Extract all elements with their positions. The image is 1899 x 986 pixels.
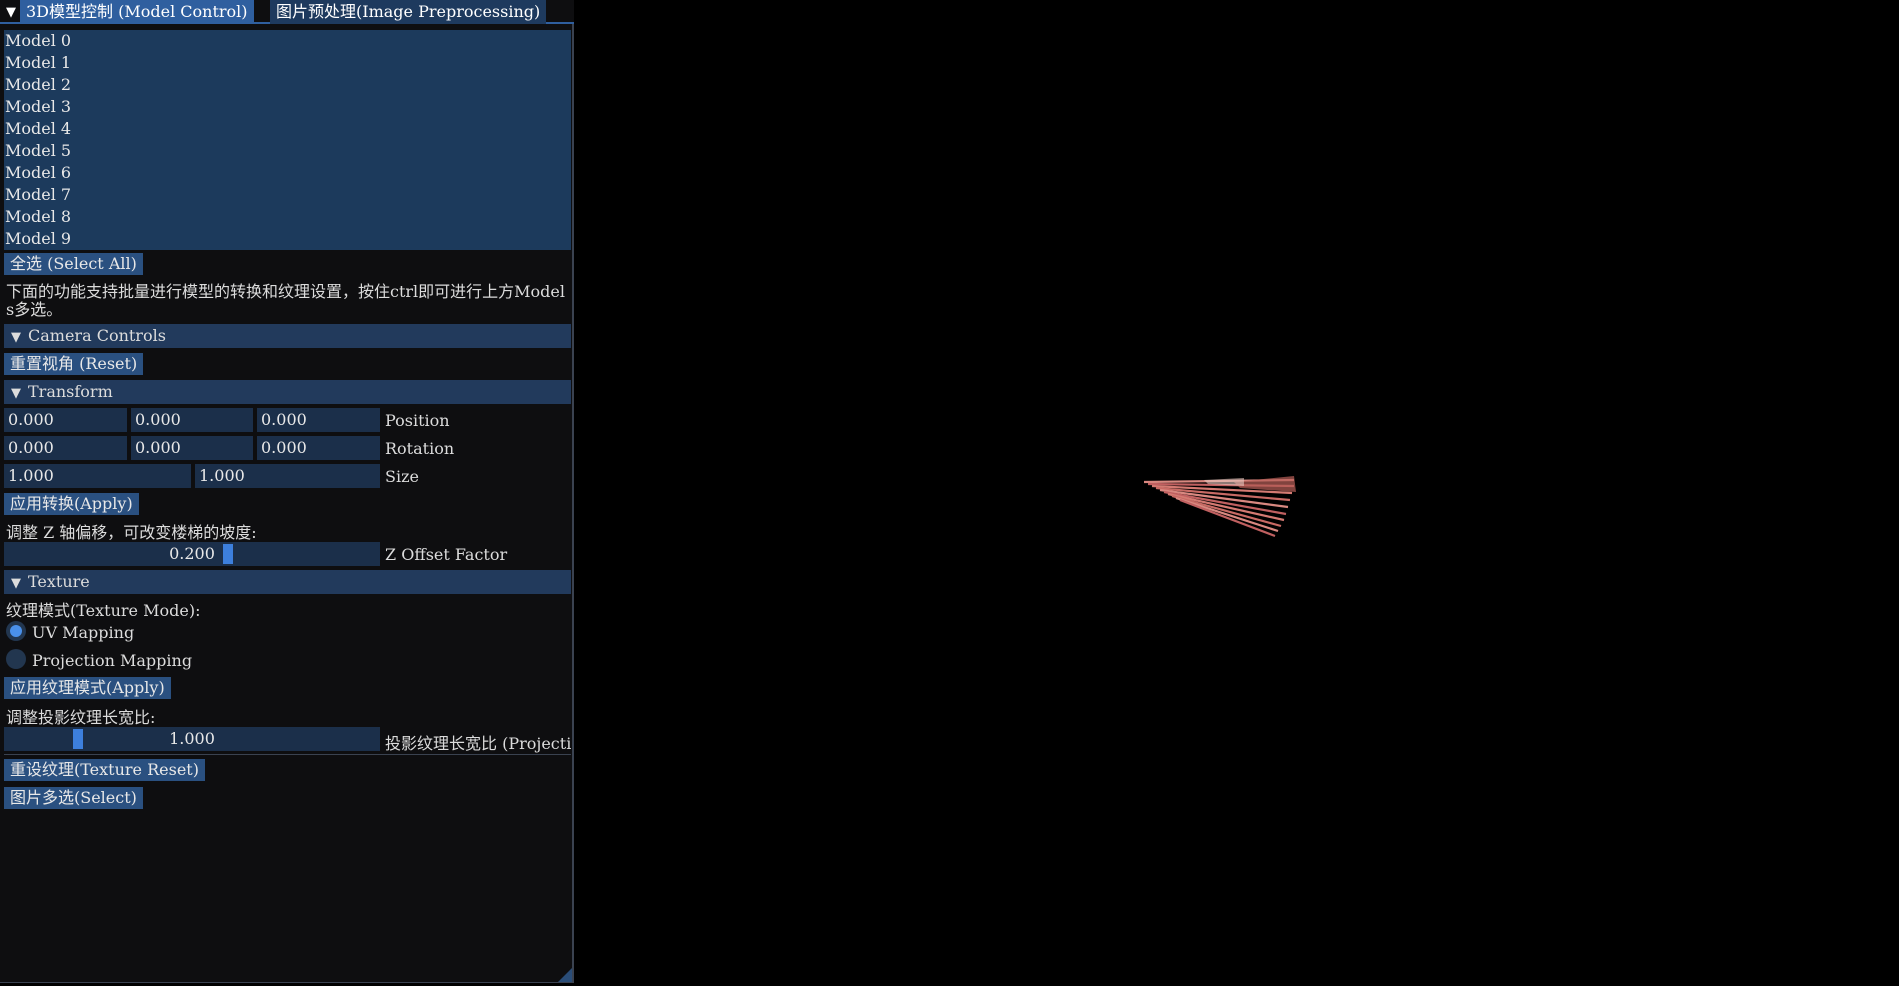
collapse-arrow-icon[interactable]: ▼	[2, 4, 20, 22]
tab-model-control[interactable]: 3D模型控制 (Model Control)	[20, 0, 254, 24]
texture-title: Texture	[28, 572, 90, 591]
list-item[interactable]: Model 9	[4, 228, 571, 250]
texture-reset-button[interactable]: 重设纹理(Texture Reset)	[4, 759, 205, 781]
staircase-model	[1144, 476, 1296, 538]
list-item[interactable]: Model 6	[4, 162, 571, 184]
camera-controls-title: Camera Controls	[28, 326, 166, 345]
size-x-input[interactable]: 1.000	[4, 464, 191, 488]
projection-mapping-radio[interactable]	[6, 649, 26, 669]
tab-bar: ▼ 3D模型控制 (Model Control) 图片预处理(Image Pre…	[0, 0, 574, 24]
aspect-value: 1.000	[169, 729, 215, 748]
batch-note: 下面的功能支持批量进行模型的转换和纹理设置，按住ctrl即可进行上方Models…	[6, 282, 566, 319]
projection-mapping-label: Projection Mapping	[32, 651, 193, 670]
transform-header[interactable]: ▼ Transform	[4, 380, 571, 404]
z-offset-label: Z Offset Factor	[385, 545, 508, 564]
rotation-label: Rotation	[385, 439, 455, 458]
uv-mapping-label: UV Mapping	[32, 623, 135, 642]
texture-header[interactable]: ▼ Texture	[4, 570, 571, 594]
z-offset-note: 调整 Z 轴偏移，可改变楼梯的坡度:	[6, 523, 257, 542]
list-item[interactable]: Model 4	[4, 118, 571, 140]
position-z-input[interactable]: 0.000	[257, 408, 380, 432]
list-item[interactable]: Model 2	[4, 74, 571, 96]
list-item[interactable]: Model 8	[4, 206, 571, 228]
tab-image-preprocessing[interactable]: 图片预处理(Image Preprocessing)	[270, 0, 547, 24]
z-offset-value: 0.200	[169, 544, 215, 563]
control-panel: ▼ 3D模型控制 (Model Control) 图片预处理(Image Pre…	[0, 0, 574, 983]
position-x-input[interactable]: 0.000	[4, 408, 127, 432]
list-item[interactable]: Model 7	[4, 184, 571, 206]
reset-view-button[interactable]: 重置视角 (Reset)	[4, 353, 144, 375]
slider-grab[interactable]	[223, 544, 233, 564]
z-offset-slider[interactable]: 0.200	[4, 542, 380, 566]
expanded-arrow-icon: ▼	[11, 386, 21, 401]
list-item[interactable]: Model 0	[4, 30, 571, 52]
separator	[4, 754, 571, 755]
position-label: Position	[385, 411, 450, 430]
slider-grab[interactable]	[73, 729, 83, 749]
aspect-slider[interactable]: 1.000	[4, 727, 380, 751]
aspect-label: 投影纹理长宽比 (Projection Aspect)	[385, 734, 571, 753]
rotation-y-input[interactable]: 0.000	[131, 436, 253, 460]
aspect-note: 调整投影纹理长宽比:	[6, 708, 156, 727]
apply-transform-button[interactable]: 应用转换(Apply)	[4, 493, 139, 515]
position-y-input[interactable]: 0.000	[131, 408, 253, 432]
expanded-arrow-icon: ▼	[11, 576, 21, 591]
rotation-z-input[interactable]: 0.000	[257, 436, 380, 460]
size-label: Size	[385, 467, 419, 486]
model-listbox[interactable]: Model 0 Model 1 Model 2 Model 3 Model 4 …	[4, 30, 571, 250]
transform-title: Transform	[28, 382, 113, 401]
list-item[interactable]: Model 3	[4, 96, 571, 118]
texture-mode-label: 纹理模式(Texture Mode):	[6, 601, 201, 620]
rotation-x-input[interactable]: 0.000	[4, 436, 127, 460]
uv-mapping-radio[interactable]	[6, 621, 26, 641]
size-y-input[interactable]: 1.000	[195, 464, 380, 488]
apply-texture-mode-button[interactable]: 应用纹理模式(Apply)	[4, 677, 171, 699]
select-all-button[interactable]: 全选 (Select All)	[4, 253, 143, 275]
resize-grip-icon[interactable]	[558, 968, 572, 982]
3d-viewport[interactable]	[576, 0, 1899, 986]
list-item[interactable]: Model 5	[4, 140, 571, 162]
expanded-arrow-icon: ▼	[11, 330, 21, 345]
camera-controls-header[interactable]: ▼ Camera Controls	[4, 324, 571, 348]
list-item[interactable]: Model 1	[4, 52, 571, 74]
select-images-button[interactable]: 图片多选(Select)	[4, 787, 143, 809]
